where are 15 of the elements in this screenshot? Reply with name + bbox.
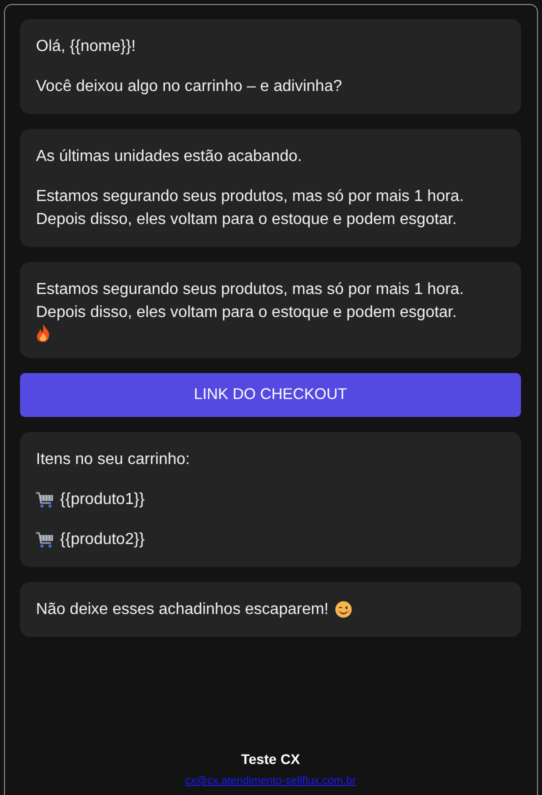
- shopping-cart-icon: [36, 492, 54, 508]
- sender-name: Teste CX: [241, 751, 300, 767]
- message-text: Não deixe esses achadinhos escaparem!: [36, 600, 329, 620]
- message-text: Estamos segurando seus produtos, mas só por mais 1 hora. Depois disso, eles voltam para o estoque e podem esgotar.: [36, 187, 465, 230]
- fire-icon: [36, 324, 50, 342]
- winking-face-icon: [334, 601, 352, 618]
- cart-item-text: {{produto1}}: [60, 490, 145, 510]
- shopping-cart-icon: [36, 532, 54, 548]
- message-text: Você deixou algo no carrinho – e adivinha?: [36, 77, 342, 97]
- message-text: Estamos segurando seus produtos, mas só por mais 1 hora. Depois disso, eles voltam para o estoque e podem esgotar.: [36, 280, 465, 323]
- message-text: As últimas unidades estão acabando.: [36, 147, 302, 167]
- cart-item-text: {{produto2}}: [60, 530, 145, 550]
- message-text: Olá, {{nome}}!: [36, 37, 136, 57]
- checkout-button[interactable]: LINK DO CHECKOUT: [20, 373, 521, 417]
- message-text: Itens no seu carrinho:: [36, 450, 190, 470]
